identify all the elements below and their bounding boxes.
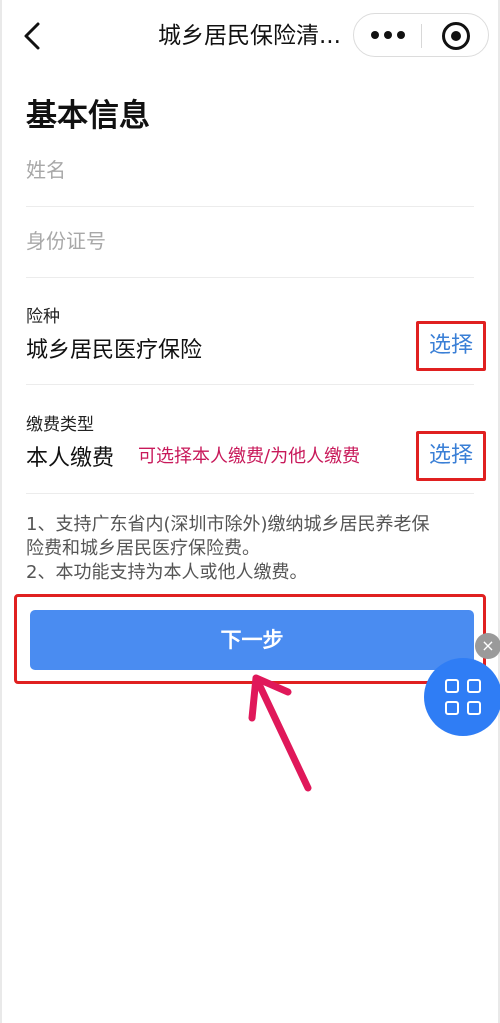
- top-nav-bar: 城乡居民保险清...: [0, 0, 500, 72]
- note-line: 1、支持广东省内(深圳市除外)缴纳城乡居民养老保: [26, 514, 430, 535]
- floating-grid-button[interactable]: [424, 658, 500, 736]
- payment-select-button[interactable]: 选择: [416, 431, 486, 481]
- insurance-type-field: 险种 城乡居民医疗保险: [26, 304, 474, 368]
- notes: 1、支持广东省内(深圳市除外)缴纳城乡居民养老保 险费和城乡居民医疗保险费。 2…: [26, 513, 468, 585]
- insurance-type-label: 险种: [26, 307, 60, 327]
- nav-title: 城乡居民保险清...: [158, 23, 341, 49]
- next-button[interactable]: 下一步: [30, 610, 474, 670]
- mini-program-capsule: [353, 13, 489, 57]
- divider: [26, 493, 474, 494]
- page-title: 基本信息: [26, 98, 150, 134]
- frame-left: [0, 0, 2, 1023]
- payment-hint: 可选择本人缴费/为他人缴费: [138, 446, 361, 467]
- capsule-separator: [421, 24, 422, 48]
- divider: [26, 277, 474, 278]
- note-line: 2、本功能支持为本人或他人缴费。: [26, 562, 308, 583]
- close-icon[interactable]: ×: [475, 633, 500, 659]
- divider: [26, 384, 474, 385]
- name-placeholder: 姓名: [26, 158, 66, 182]
- more-dots-icon[interactable]: [371, 31, 405, 41]
- annotation-arrow-icon: [248, 674, 312, 792]
- id-number-placeholder: 身份证号: [26, 229, 106, 253]
- insurance-select-button[interactable]: 选择: [416, 321, 486, 371]
- note-line: 险费和城乡居民医疗保险费。: [26, 538, 260, 559]
- id-number-field[interactable]: 身份证号: [26, 226, 474, 256]
- target-icon[interactable]: [442, 22, 470, 50]
- payment-type-label: 缴费类型: [26, 415, 94, 435]
- insurance-type-value: 城乡居民医疗保险: [26, 338, 203, 363]
- back-chevron-icon[interactable]: [18, 20, 48, 52]
- name-field[interactable]: 姓名: [26, 155, 474, 185]
- divider: [26, 206, 474, 207]
